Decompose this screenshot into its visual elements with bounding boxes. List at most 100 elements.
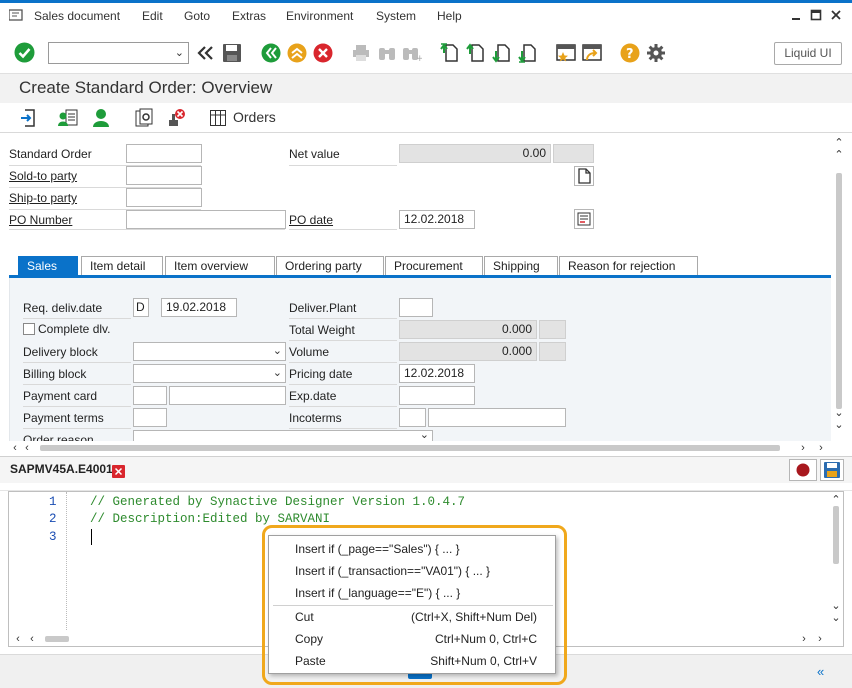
req-deliv-date-format-field[interactable]: D (133, 298, 149, 317)
next-page-icon[interactable] (492, 43, 510, 63)
exit-icon[interactable] (287, 43, 307, 63)
maximize-icon[interactable] (810, 9, 822, 21)
po-number-label[interactable]: PO Number (9, 212, 72, 228)
header-hscrollbar[interactable]: ‹ ‹ › › (0, 441, 832, 455)
scroll-up-icon[interactable]: ⌃ (829, 494, 843, 506)
payment-card-number-field[interactable] (169, 386, 286, 405)
code-line[interactable]: // Generated by Synactive Designer Versi… (90, 494, 465, 512)
pricing-date-field[interactable]: 12.02.2018 (399, 364, 475, 383)
scroll-left-icon[interactable]: ‹ (20, 442, 34, 454)
record-button[interactable] (789, 459, 817, 481)
scroll-up-icon[interactable]: ⌃ (832, 137, 846, 149)
minimize-icon[interactable] (790, 9, 802, 21)
customer-person-icon[interactable] (92, 108, 110, 128)
save-icon[interactable] (222, 43, 242, 63)
header-document-icon[interactable] (574, 166, 594, 186)
payment-terms-field[interactable] (133, 408, 167, 427)
last-page-icon[interactable] (518, 43, 536, 63)
menu-item-paste[interactable]: Paste Shift+Num 0, Ctrl+V (269, 650, 561, 672)
double-chevron-left-icon[interactable]: « (817, 664, 824, 679)
liquid-ui-button[interactable]: Liquid UI (774, 42, 842, 65)
ship-to-party-field[interactable] (126, 188, 202, 207)
scroll-right-icon[interactable]: › (813, 633, 827, 645)
incoterms-text-field[interactable] (428, 408, 566, 427)
print-icon[interactable] (352, 44, 370, 62)
tab-ordering-party[interactable]: Ordering party (276, 256, 384, 275)
previous-page-icon[interactable] (466, 43, 484, 63)
scroll-thumb[interactable] (836, 173, 842, 409)
chevron-down-icon[interactable]: ⌄ (420, 430, 429, 441)
header-details-icon[interactable] (574, 209, 594, 229)
tab-shipping[interactable]: Shipping (484, 256, 558, 275)
ship-to-party-label[interactable]: Ship-to party (9, 190, 77, 206)
req-deliv-date-field[interactable]: 19.02.2018 (161, 298, 237, 317)
script-tab-title[interactable]: SAPMV45A.E4001 (10, 462, 113, 476)
find-icon[interactable] (378, 44, 396, 62)
scroll-down-icon[interactable]: ⌄ (829, 600, 843, 612)
scroll-right-icon[interactable]: › (797, 633, 811, 645)
help-icon[interactable]: ? (620, 43, 640, 63)
menu-item-copy[interactable]: Copy Ctrl+Num 0, Ctrl+C (269, 628, 561, 650)
orders-button[interactable]: Orders (208, 108, 280, 128)
close-script-tab-icon[interactable] (112, 465, 125, 478)
complete-dlv-checkbox[interactable] (23, 323, 35, 335)
po-date-label[interactable]: PO date (289, 212, 333, 228)
deliver-plant-field[interactable] (399, 298, 433, 317)
billing-block-dropdown[interactable]: ⌄ (133, 364, 286, 383)
command-field[interactable]: ⌄ (48, 42, 189, 64)
incoterms-code-field[interactable] (399, 408, 426, 427)
scroll-right-icon[interactable]: › (796, 442, 810, 454)
tab-procurement[interactable]: Procurement (385, 256, 483, 275)
delete-partner-icon[interactable] (166, 108, 186, 128)
payment-card-type-field[interactable] (133, 386, 167, 405)
delivery-block-dropdown[interactable]: ⌄ (133, 342, 286, 361)
menu-item-cut[interactable]: Cut (Ctrl+X, Shift+Num Del) (269, 606, 561, 628)
enter-check-icon[interactable] (14, 42, 35, 63)
back-icon[interactable] (261, 43, 281, 63)
cancel-icon[interactable] (313, 43, 333, 63)
business-partner-icon[interactable] (58, 108, 78, 128)
save-script-icon[interactable] (820, 459, 844, 481)
scroll-thumb[interactable] (833, 506, 839, 564)
scroll-down-icon[interactable]: ⌄ (832, 407, 846, 419)
editor-vscrollbar[interactable]: ⌃ ⌄ ⌄ (829, 492, 843, 630)
po-date-field[interactable]: 12.02.2018 (399, 210, 475, 229)
hscroll-thumb[interactable] (45, 636, 69, 642)
scroll-down-icon[interactable]: ⌄ (832, 419, 846, 431)
hscroll-thumb[interactable] (40, 445, 780, 451)
chevron-down-icon[interactable]: ⌄ (273, 366, 282, 381)
tab-sales[interactable]: Sales (18, 256, 78, 275)
first-page-icon[interactable] (440, 43, 458, 63)
scroll-up-icon[interactable]: ⌃ (832, 149, 846, 161)
system-menu-icon[interactable] (8, 9, 23, 21)
create-session-icon[interactable] (556, 43, 576, 63)
menu-sales-document[interactable]: Sales document (34, 8, 120, 24)
scroll-down-icon[interactable]: ⌄ (829, 612, 843, 624)
po-number-field[interactable] (126, 210, 286, 229)
tab-reason-for-rejection[interactable]: Reason for rejection (559, 256, 698, 275)
scroll-left-icon[interactable]: ‹ (11, 633, 25, 645)
close-window-icon[interactable] (830, 9, 842, 21)
display-document-flow-icon[interactable] (134, 108, 154, 128)
tab-item-overview[interactable]: Item overview (165, 256, 275, 275)
menu-extras[interactable]: Extras (232, 8, 266, 24)
menu-goto[interactable]: Goto (184, 8, 210, 24)
double-chevron-left-icon[interactable] (196, 44, 214, 62)
gear-icon[interactable] (646, 43, 666, 63)
menu-help[interactable]: Help (437, 8, 462, 24)
menu-edit[interactable]: Edit (142, 8, 163, 24)
create-with-reference-icon[interactable] (20, 109, 38, 127)
scroll-right-icon[interactable]: › (814, 442, 828, 454)
sold-to-party-label[interactable]: Sold-to party (9, 168, 77, 184)
order-reason-dropdown[interactable]: ⌄ (133, 430, 433, 441)
menu-item-insert-if-page[interactable]: Insert if (_page=="Sales") { ... } (269, 538, 561, 560)
exp-date-field[interactable] (399, 386, 475, 405)
header-vscrollbar[interactable]: ⌃ ⌃ ⌄ ⌄ (832, 135, 846, 455)
menu-environment[interactable]: Environment (286, 8, 353, 24)
standard-order-field[interactable] (126, 144, 202, 163)
find-next-icon[interactable]: + (402, 44, 424, 64)
menu-item-insert-if-language[interactable]: Insert if (_language=="E") { ... } (269, 582, 561, 604)
tab-item-detail[interactable]: Item detail (81, 256, 163, 275)
menu-item-insert-if-transaction[interactable]: Insert if (_transaction=="VA01") { ... } (269, 560, 561, 582)
chevron-down-icon[interactable]: ⌄ (273, 344, 282, 359)
